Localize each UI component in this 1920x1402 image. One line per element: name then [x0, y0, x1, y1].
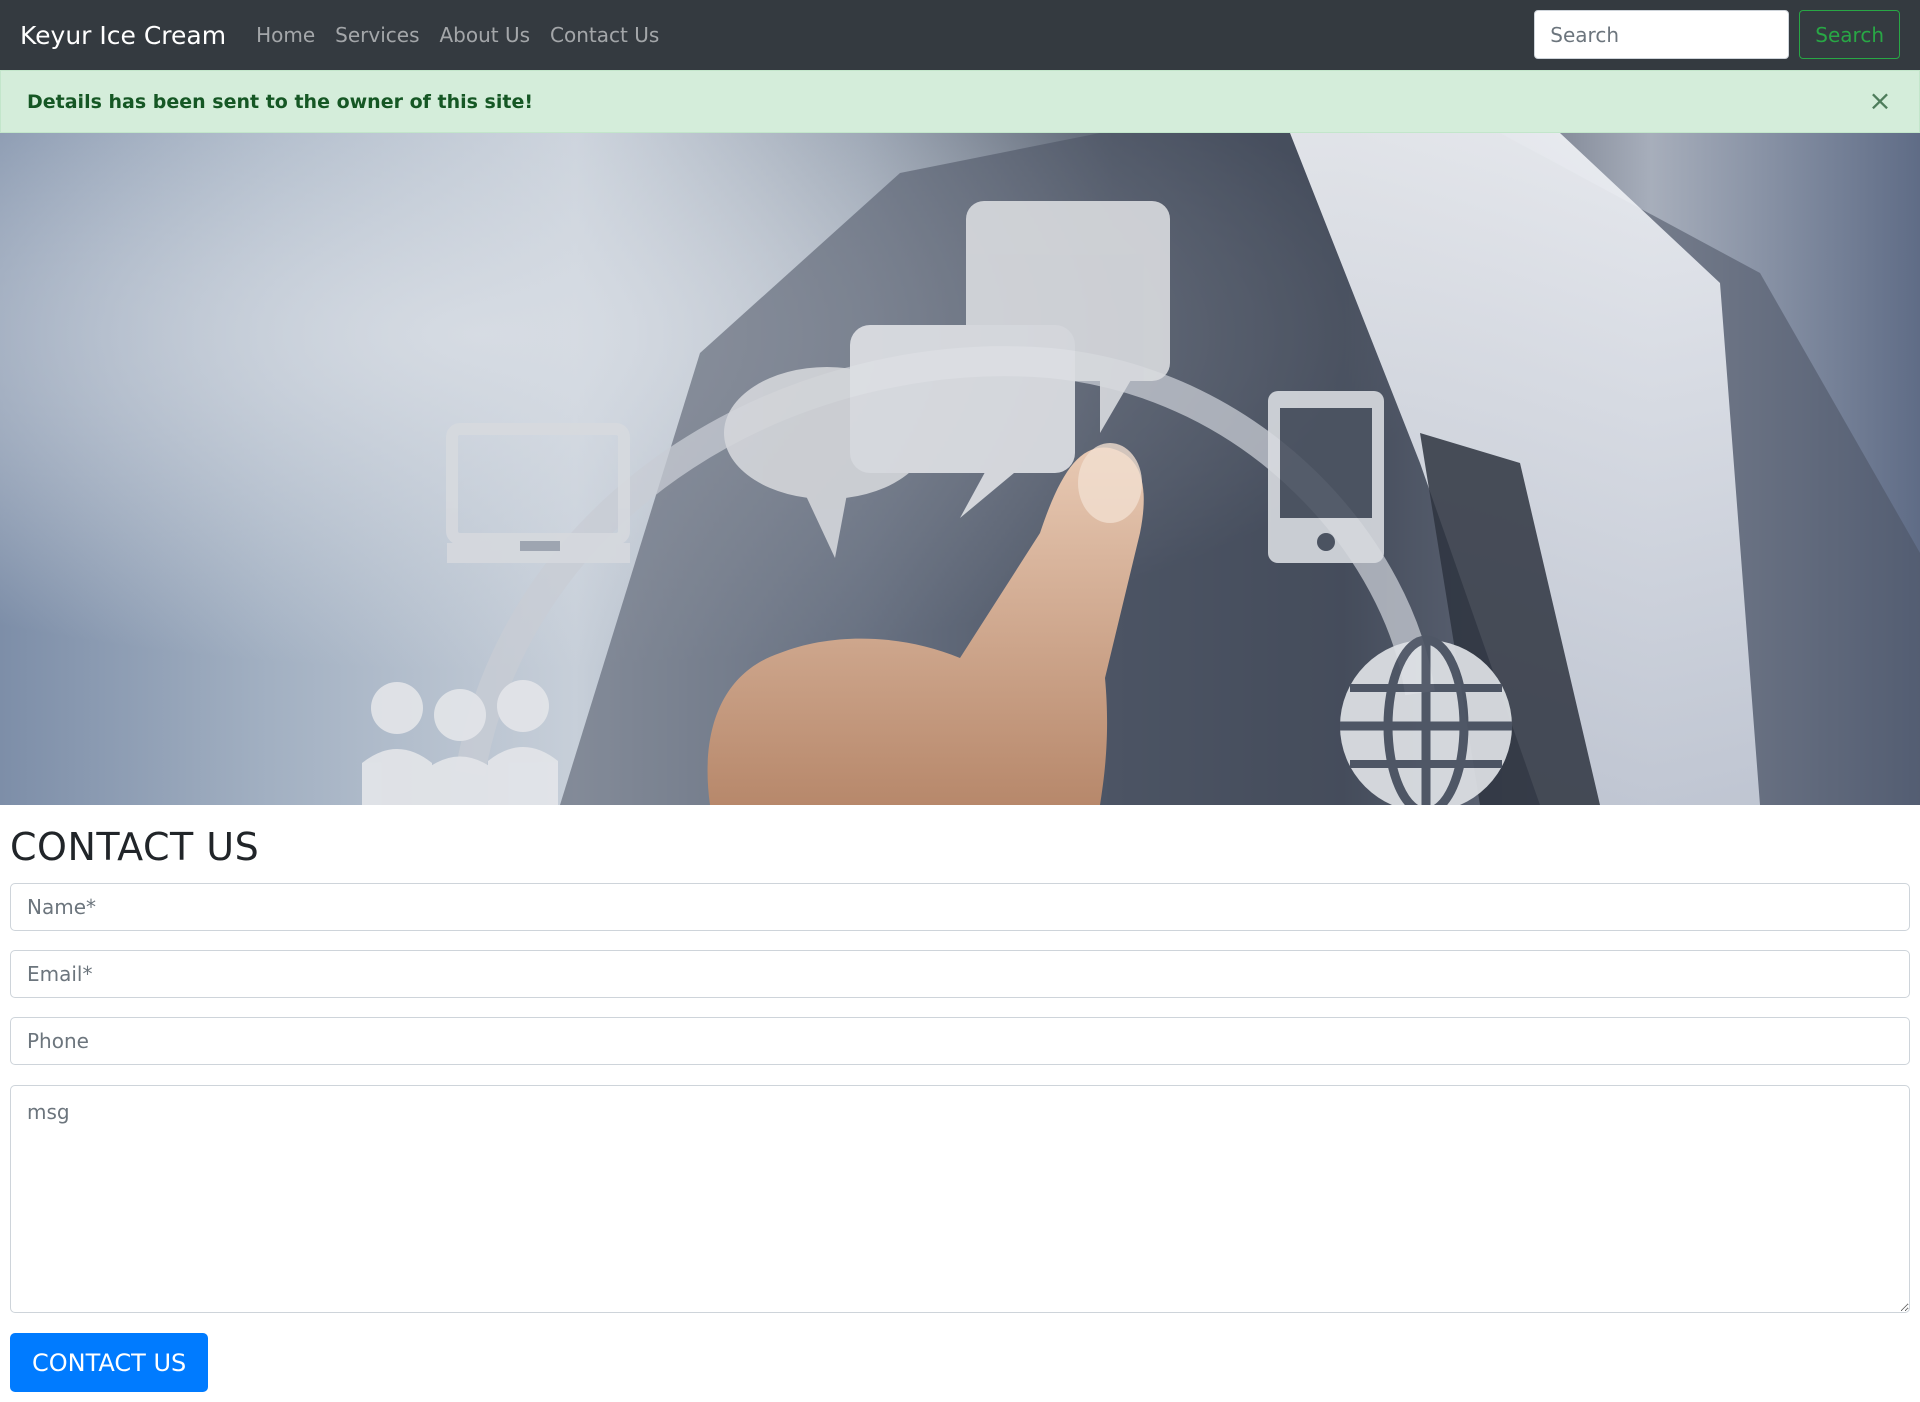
tablet-icon	[1268, 391, 1384, 563]
search-input[interactable]	[1534, 10, 1790, 59]
phone-field[interactable]	[10, 1017, 1910, 1065]
close-icon[interactable]: ×	[1867, 87, 1893, 115]
brand-logo[interactable]: Keyur Ice Cream	[20, 21, 226, 50]
email-field[interactable]	[10, 950, 1910, 998]
hero-banner	[0, 133, 1920, 805]
nav-link-contact-us[interactable]: Contact Us	[550, 23, 659, 47]
search-button[interactable]: Search	[1799, 10, 1900, 59]
message-field[interactable]	[10, 1085, 1910, 1313]
name-field[interactable]	[10, 883, 1910, 931]
nav-link-services[interactable]: Services	[335, 23, 419, 47]
page-title: CONTACT US	[10, 825, 260, 869]
search-form: Search	[1534, 10, 1900, 59]
hero-illustration	[0, 133, 1920, 805]
success-alert: Details has been sent to the owner of th…	[0, 70, 1920, 133]
nav-link-about-us[interactable]: About Us	[440, 23, 531, 47]
globe-icon	[1340, 635, 1512, 805]
top-navbar: Keyur Ice Cream Home Services About Us C…	[0, 0, 1920, 70]
contact-submit-button[interactable]: CONTACT US	[10, 1333, 209, 1392]
nav-link-home[interactable]: Home	[256, 23, 315, 47]
alert-message: Details has been sent to the owner of th…	[27, 90, 534, 113]
nav-links: Home Services About Us Contact Us	[256, 23, 679, 47]
